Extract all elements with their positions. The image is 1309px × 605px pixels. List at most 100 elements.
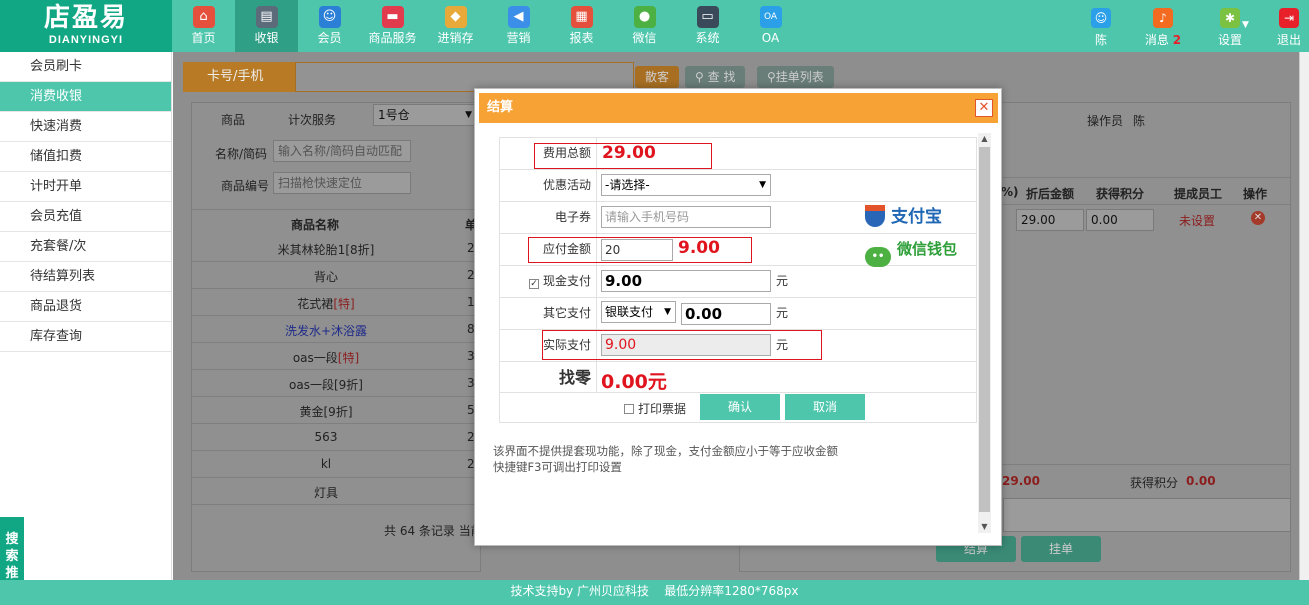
wechat-wallet-logo[interactable]: •• 微信钱包 (865, 234, 957, 267)
cash-checkbox[interactable]: ✓ (528, 279, 539, 289)
goods-code-input[interactable]: 扫描枪快速定位 (273, 172, 411, 194)
tab-goods[interactable]: 商品 (221, 111, 245, 128)
cash-input[interactable]: 9.00 (601, 270, 771, 292)
promo-select[interactable]: -请选择- ▼ (601, 174, 771, 196)
list-item[interactable]: 洗发水+沐浴露 (191, 322, 461, 339)
sidebar-item[interactable]: 会员刷卡 (0, 52, 171, 82)
list-item[interactable]: oas一段[9折] (191, 376, 461, 393)
list-item[interactable]: 563 (191, 430, 461, 444)
goods-tag: [特] (333, 297, 355, 311)
user-menu[interactable]: ☺ 陈 (1088, 0, 1114, 52)
cancel-button[interactable]: 取消 (785, 394, 865, 420)
sidebar-item[interactable]: 快速消费 (0, 112, 171, 142)
nav-item-marketing[interactable]: ◀ 营销 (487, 0, 550, 52)
nav-item-cash-register[interactable]: ▤ 收银 (235, 0, 298, 52)
list-item[interactable]: 灯具 (191, 484, 461, 501)
delete-row-icon[interactable]: ✕ (1251, 211, 1265, 225)
dialog-header: 结算 ✕ (479, 93, 998, 123)
after-discount-input[interactable]: 29.00 (1016, 209, 1084, 231)
nav-item-goods[interactable]: ▬ 商品服务 (361, 0, 424, 52)
hang-list-button[interactable]: ⚲挂单列表 (757, 66, 834, 88)
col-after-discount: 折后金额 (1026, 187, 1075, 201)
tab-count-service[interactable]: 计次服务 (288, 111, 336, 128)
goods-name: kl (320, 457, 332, 471)
list-item[interactable]: 黄金[9折] (191, 403, 461, 420)
print-label: 打印票据 (638, 402, 687, 416)
nav-item-home[interactable]: ⌂ 首页 (172, 0, 235, 52)
sidebar-item[interactable]: 商品退货 (0, 292, 171, 322)
search-button[interactable]: ⚲ 查 找 (685, 66, 746, 88)
wechat-icon: ● (633, 6, 656, 28)
points-input[interactable]: 0.00 (1086, 209, 1154, 231)
row-actions: 打印票据 确认 取消 (499, 393, 977, 423)
scroll-down-icon[interactable]: ▼ (978, 521, 991, 533)
sidebar-item[interactable]: 消费收银 (0, 82, 171, 112)
nav-item-inventory[interactable]: ◆ 进销存 (424, 0, 487, 52)
operator-label: 操作员 (1087, 114, 1124, 128)
chevron-down-icon: ▼ (1242, 20, 1249, 30)
search-icon: ⚲ (767, 70, 776, 84)
messages-button[interactable]: ♪ 消息 2 (1140, 0, 1186, 52)
col-points: 获得积分 (1096, 187, 1145, 201)
sidebar-item[interactable]: 计时开单 (0, 172, 171, 202)
remark-textarea[interactable] (1003, 498, 1291, 532)
close-icon[interactable]: ✕ (975, 99, 993, 117)
settings-label: 设置 (1217, 33, 1242, 47)
nav-item-member[interactable]: ☺ 会员 (298, 0, 361, 52)
nav-item-wechat[interactable]: ● 微信 (613, 0, 676, 52)
footer: 技术支持by 广州贝应科技 最低分辨率1280*768px (0, 580, 1309, 605)
nav-label: 会员 (317, 31, 342, 45)
dialog-scrollbar[interactable]: ▲ ▼ (978, 133, 991, 533)
payment-form: 费用总额 29.00 优惠活动 -请选择- ▼ 电子券 请输入手机号码 支付宝 应… (499, 137, 977, 423)
nav-label: 微信 (632, 31, 657, 45)
sidebar-item[interactable]: 库存查询 (0, 322, 171, 352)
print-checkbox[interactable] (624, 404, 634, 414)
chevron-down-icon: ▼ (664, 307, 671, 317)
other-pay-method-select[interactable]: 银联支付 ▼ (601, 301, 676, 323)
alipay-logo[interactable]: 支付宝 (865, 202, 942, 233)
staff-unset-link[interactable]: 未设置 (1179, 212, 1215, 229)
walkin-button[interactable]: 散客 (635, 66, 680, 88)
home-icon: ⌂ (192, 6, 215, 28)
print-receipt-option[interactable]: 打印票据 (624, 400, 686, 417)
list-item[interactable]: 背心 (191, 268, 461, 285)
list-item[interactable]: kl (191, 457, 461, 471)
goods-tag: [8折] (345, 243, 375, 257)
list-item[interactable]: 米其林轮胎1[8折] (191, 241, 461, 258)
confirm-button[interactable]: 确认 (700, 394, 780, 420)
brand-logo[interactable]: 店盈易 DIANYINGYI (0, 0, 172, 52)
list-item[interactable]: 花式裙[特] (191, 295, 461, 312)
row-change: 找零 0.00元 (499, 362, 977, 393)
list-item[interactable]: oas一段[特] (191, 349, 461, 366)
hang-order-button[interactable]: 挂单 (1021, 536, 1101, 562)
page-scrollbar[interactable] (1299, 52, 1309, 580)
alipay-shield-icon (865, 205, 885, 227)
name-code-label: 名称/简码 (215, 147, 268, 161)
goods-name: 背心 (313, 270, 338, 284)
change-amount: 0.00元 (601, 371, 667, 393)
settings-button[interactable]: ✱ 设置 ▼ (1210, 0, 1250, 52)
sidebar-item[interactable]: 待结算列表 (0, 262, 171, 292)
warehouse-select[interactable]: 1号仓 ▼ (373, 104, 477, 126)
operator-name: 陈 (1133, 114, 1146, 128)
scroll-up-icon[interactable]: ▲ (978, 133, 991, 145)
sidebar: 会员刷卡 消费收银 快速消费 储值扣费 计时开单 会员充值 充套餐/次 待结算列表 商品退货 库存… (0, 52, 172, 580)
coupon-phone-input[interactable]: 请输入手机号码 (601, 206, 771, 228)
sidebar-item[interactable]: 储值扣费 (0, 142, 171, 172)
nav-label: OA (761, 31, 780, 45)
sidebar-item[interactable]: 充套餐/次 (0, 232, 171, 262)
oa-icon: OA (759, 6, 782, 28)
nav-item-oa[interactable]: OA OA (739, 0, 802, 52)
other-pay-input[interactable]: 0.00 (681, 303, 771, 325)
card-phone-label: 卡号/手机 (183, 62, 295, 92)
dialog-note: 该界面不提供提套现功能，除了现金，支付金额应小于等于应收金额 (493, 444, 838, 458)
logout-button[interactable]: ⇥ 退出 (1274, 0, 1304, 52)
sidebar-item[interactable]: 会员充值 (0, 202, 171, 232)
nav-item-report[interactable]: ▦ 报表 (550, 0, 613, 52)
col-discount-pct: %) (1001, 185, 1019, 199)
scroll-thumb[interactable] (979, 147, 990, 512)
name-code-input[interactable]: 输入名称/简码自动匹配 (273, 140, 411, 162)
other-pay-label: 其它支付 (542, 306, 591, 320)
goods-name: 花式裙 (297, 297, 334, 311)
nav-item-system[interactable]: ▭ 系统 (676, 0, 739, 52)
